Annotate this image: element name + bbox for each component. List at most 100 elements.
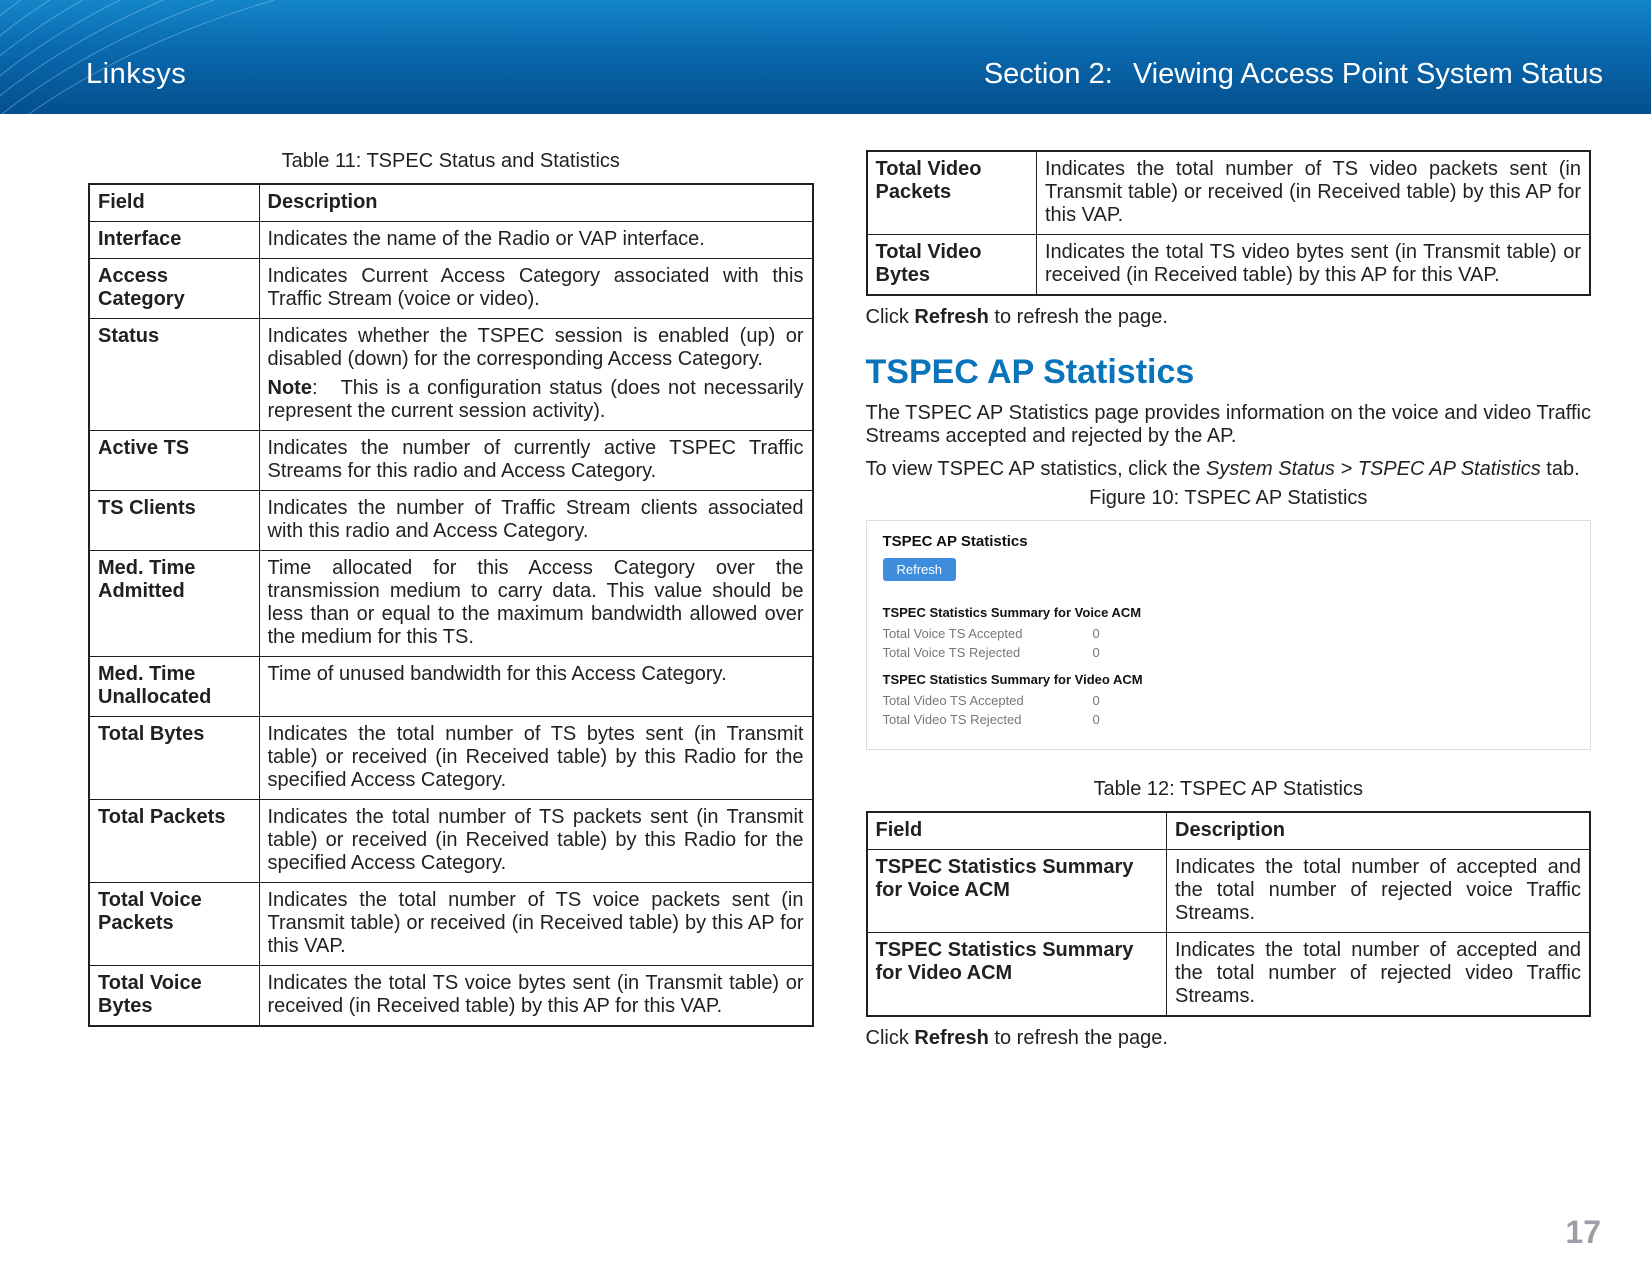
table-row: Access Category Indicates Current Access… [89, 259, 813, 319]
t11-desc: Indicates the name of the Radio or VAP i… [259, 222, 813, 259]
figure10-screenshot: TSPEC AP Statistics Refresh TSPEC Statis… [866, 520, 1592, 750]
refresh-bold: Refresh [914, 1027, 988, 1049]
shot-key: Total Video TS Accepted [883, 693, 1053, 708]
t11-desc: Indicates the total number of TS bytes s… [259, 717, 813, 800]
t11-field: Total Voice Packets [89, 883, 259, 966]
t11-field: Med. Time Admitted [89, 551, 259, 657]
shot-sub-video: TSPEC Statistics Summary for Video ACM [883, 672, 1575, 687]
intro2-pre: To view TSPEC AP statistics, click the [866, 458, 1207, 480]
content-columns: Table 11: TSPEC Status and Statistics Fi… [88, 150, 1591, 1205]
header-section-title: Section 2: Viewing Access Point System S… [984, 58, 1603, 91]
intro2-italic: System Status > TSPEC AP Statistics [1206, 458, 1541, 480]
t11-desc: Indicates the number of Traffic Stream c… [259, 491, 813, 551]
t11-desc: Indicates the total number of TS packets… [259, 800, 813, 883]
t11-field: Active TS [89, 431, 259, 491]
t11c-desc: Indicates the total number of TS video p… [1037, 151, 1591, 235]
table-row: TSPEC Statistics Summary for Video ACM I… [867, 933, 1591, 1017]
intro-paragraph-1: The TSPEC AP Statistics page provides in… [866, 402, 1592, 448]
refresh-instruction-1: Click Refresh to refresh the page. [866, 306, 1592, 329]
shot-row: Total Voice TS Rejected 0 [883, 645, 1575, 660]
table11-head-desc: Description [259, 184, 813, 222]
refresh-post: to refresh the page. [989, 1027, 1168, 1049]
t11-desc: Indicates the total TS voice bytes sent … [259, 966, 813, 1027]
refresh-bold: Refresh [914, 306, 988, 328]
t11-desc-text: Indicates whether the TSPEC session is e… [268, 325, 804, 370]
t12-field: TSPEC Statistics Summary for Video ACM [867, 933, 1167, 1017]
heading-tspec-ap-statistics: TSPEC AP Statistics [866, 353, 1592, 392]
brand-logo-text: Linksys [86, 58, 186, 91]
refresh-post: to refresh the page. [989, 306, 1168, 328]
t11c-field: Total Video Packets [867, 151, 1037, 235]
table-row: Total Voice Packets Indicates the total … [89, 883, 813, 966]
table-row: Status Indicates whether the TSPEC sessi… [89, 319, 813, 431]
t11-field: Med. Time Unallocated [89, 657, 259, 717]
shot-val: 0 [1093, 626, 1100, 641]
figure10-caption: Figure 10: TSPEC AP Statistics [866, 487, 1592, 510]
page: Linksys Section 2: Viewing Access Point … [0, 0, 1651, 1275]
shot-sub-voice: TSPEC Statistics Summary for Voice ACM [883, 605, 1575, 620]
note-text: This is a configuration status (does not… [268, 377, 804, 422]
t11-desc: Indicates the total number of TS voice p… [259, 883, 813, 966]
table11-continued: Total Video Packets Indicates the total … [866, 150, 1592, 296]
table-row: Total Voice Bytes Indicates the total TS… [89, 966, 813, 1027]
table12-head-desc: Description [1167, 812, 1591, 850]
t12-desc: Indicates the total number of accepted a… [1167, 933, 1591, 1017]
table11: Field Description Interface Indicates th… [88, 183, 814, 1027]
shot-val: 0 [1093, 645, 1100, 660]
table-row: Total Video Packets Indicates the total … [867, 151, 1591, 235]
refresh-pre: Click [866, 306, 915, 328]
table-row: TS Clients Indicates the number of Traff… [89, 491, 813, 551]
t11-desc: Indicates the number of currently active… [259, 431, 813, 491]
t11-field: Total Voice Bytes [89, 966, 259, 1027]
intro2-post: tab. [1541, 458, 1580, 480]
shot-key: Total Voice TS Accepted [883, 626, 1053, 641]
table11-head-field: Field [89, 184, 259, 222]
t11c-desc: Indicates the total TS video bytes sent … [1037, 235, 1591, 296]
table11-caption: Table 11: TSPEC Status and Statistics [88, 150, 814, 173]
table12: Field Description TSPEC Statistics Summa… [866, 811, 1592, 1017]
right-column: Total Video Packets Indicates the total … [866, 150, 1592, 1205]
table-row: Total Bytes Indicates the total number o… [89, 717, 813, 800]
shot-row: Total Video TS Accepted 0 [883, 693, 1575, 708]
refresh-pre: Click [866, 1027, 915, 1049]
table-row: Med. Time Unallocated Time of unused ban… [89, 657, 813, 717]
table-row: Total Video Bytes Indicates the total TS… [867, 235, 1591, 296]
t11-desc: Indicates Current Access Category associ… [259, 259, 813, 319]
t11-desc: Indicates whether the TSPEC session is e… [259, 319, 813, 431]
header-decoration [0, 0, 1651, 114]
table12-head-field: Field [867, 812, 1167, 850]
t11-field: Total Bytes [89, 717, 259, 800]
t11-field: Total Packets [89, 800, 259, 883]
shot-refresh-button: Refresh [883, 558, 957, 581]
t12-field: TSPEC Statistics Summary for Voice ACM [867, 850, 1167, 933]
table-row: Interface Indicates the name of the Radi… [89, 222, 813, 259]
table12-caption: Table 12: TSPEC AP Statistics [866, 778, 1592, 801]
refresh-instruction-2: Click Refresh to refresh the page. [866, 1027, 1592, 1050]
t11-desc: Time of unused bandwidth for this Access… [259, 657, 813, 717]
page-header: Linksys Section 2: Viewing Access Point … [0, 0, 1651, 114]
table-row: Med. Time Admitted Time allocated for th… [89, 551, 813, 657]
note-label: Note [268, 377, 312, 399]
t11-field: Status [89, 319, 259, 431]
shot-key: Total Voice TS Rejected [883, 645, 1053, 660]
intro-paragraph-2: To view TSPEC AP statistics, click the S… [866, 458, 1592, 481]
shot-title: TSPEC AP Statistics [883, 533, 1575, 550]
t11-field: Interface [89, 222, 259, 259]
t11-field: Access Category [89, 259, 259, 319]
section-label: Section 2: [984, 58, 1113, 90]
table-row: TSPEC Statistics Summary for Voice ACM I… [867, 850, 1591, 933]
t11c-field: Total Video Bytes [867, 235, 1037, 296]
t12-desc: Indicates the total number of accepted a… [1167, 850, 1591, 933]
table-row: Active TS Indicates the number of curren… [89, 431, 813, 491]
t11-desc: Time allocated for this Access Category … [259, 551, 813, 657]
page-number: 17 [1565, 1214, 1601, 1251]
section-text: Viewing Access Point System Status [1133, 58, 1603, 90]
shot-val: 0 [1093, 712, 1100, 727]
t11-field: TS Clients [89, 491, 259, 551]
shot-row: Total Video TS Rejected 0 [883, 712, 1575, 727]
shot-key: Total Video TS Rejected [883, 712, 1053, 727]
table-row: Total Packets Indicates the total number… [89, 800, 813, 883]
shot-val: 0 [1093, 693, 1100, 708]
left-column: Table 11: TSPEC Status and Statistics Fi… [88, 150, 814, 1205]
shot-row: Total Voice TS Accepted 0 [883, 626, 1575, 641]
